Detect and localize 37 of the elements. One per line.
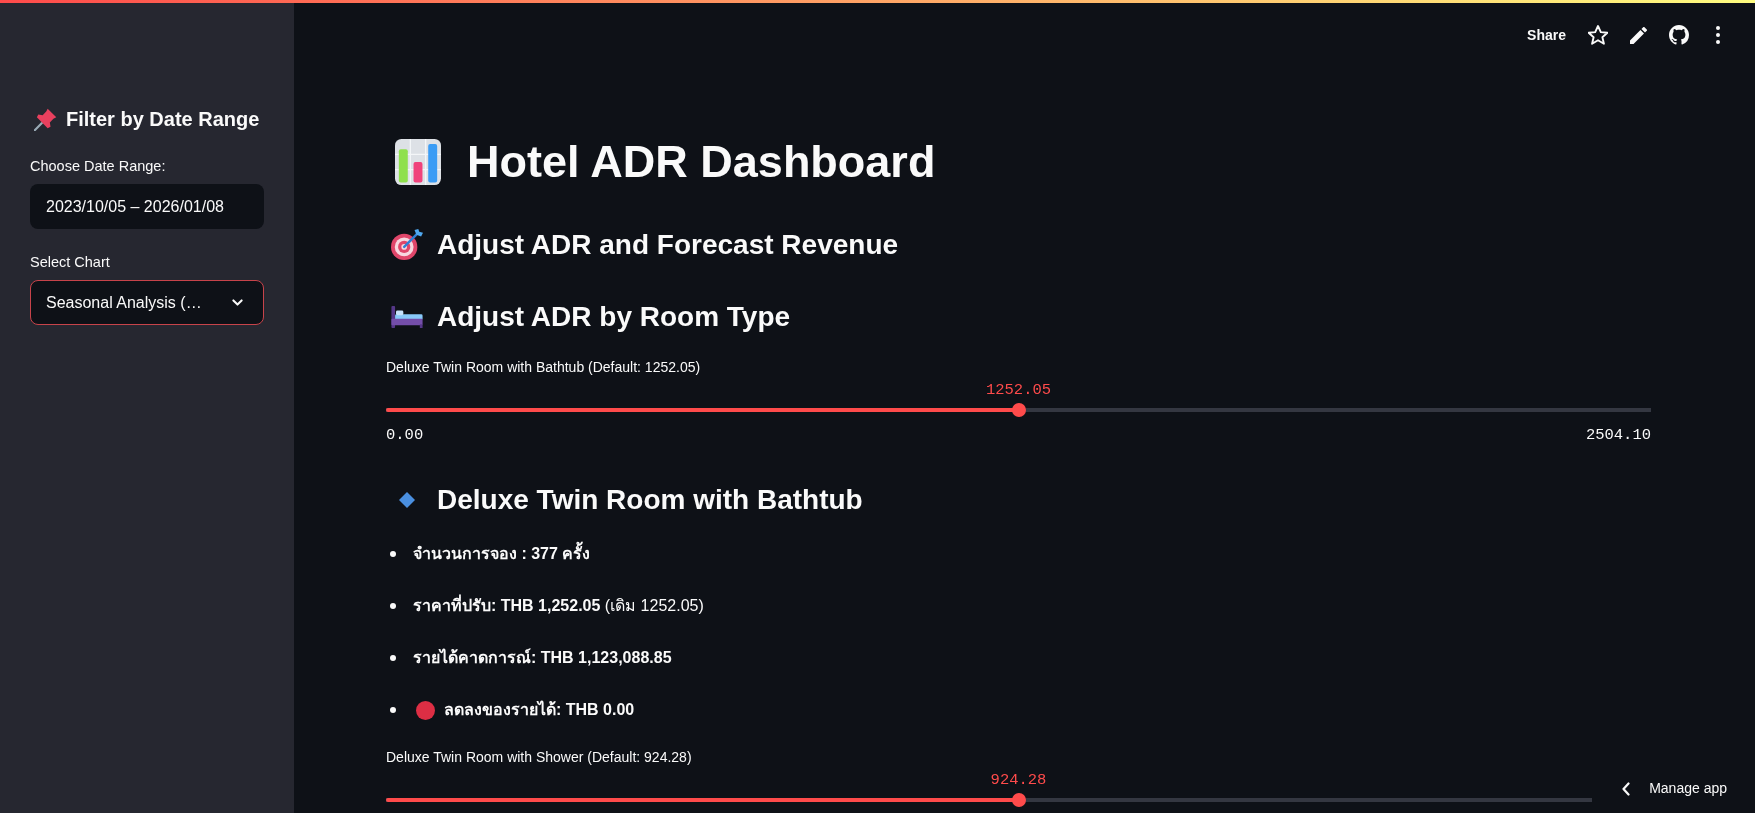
chart-select[interactable]: Seasonal Analysis (… [30,280,264,325]
star-icon[interactable] [1588,25,1608,45]
slider-thumb[interactable] [1011,793,1026,807]
bullet-icon [390,707,396,713]
bullet-icon [390,603,396,609]
bullet-icon [390,655,396,661]
sidebar-heading: Filter by Date Range [66,107,260,132]
date-range-field[interactable]: 2023/10/05 – 2026/01/08 [30,184,264,229]
diamond-icon [399,492,415,508]
date-range-label: Choose Date Range: [30,157,167,176]
pushpin-icon [34,107,57,131]
bar-chart-icon [395,139,441,185]
slider-value: 1252.05 [985,380,1052,400]
pencil-icon[interactable] [1630,26,1647,44]
page-title: Hotel ADR Dashboard [467,135,936,189]
fact-text: ลดลงของรายได้: THB 0.00 [444,699,635,720]
share-button[interactable]: Share [1527,24,1566,46]
fact-text: รายได้คาดการณ์: THB 1,123,088.85 [413,647,672,668]
fact-text: จำนวนการจอง : 377 ครั้ง [413,542,591,566]
subheader: Adjust ADR and Forecast Revenue [437,228,899,262]
fact-text: ราคาที่ปรับ: THB 1,252.05 (เดิม 1252.05) [413,594,704,618]
slider-value: 924.28 [990,770,1047,790]
bullet-icon [390,551,396,557]
more-icon[interactable] [1716,26,1720,44]
room-heading: Deluxe Twin Room with Bathtub [437,483,863,517]
slider-label: Deluxe Twin Room with Bathtub (Default: 1252.05) [386,358,702,377]
github-icon[interactable] [1669,25,1689,45]
target-icon [391,229,423,261]
slider-max-label: 2504.10 [1585,425,1651,445]
slider-thumb[interactable] [1011,403,1026,417]
section-heading: Adjust ADR by Room Type [437,300,791,334]
bed-icon [391,306,423,328]
chevron-left-icon [1622,781,1631,796]
slider-min-label: 0.00 [386,425,424,445]
chart-select-label: Select Chart [30,253,111,272]
slider-label: Deluxe Twin Room with Shower (Default: 924.28) [386,748,693,767]
chevron-down-icon [232,299,243,306]
